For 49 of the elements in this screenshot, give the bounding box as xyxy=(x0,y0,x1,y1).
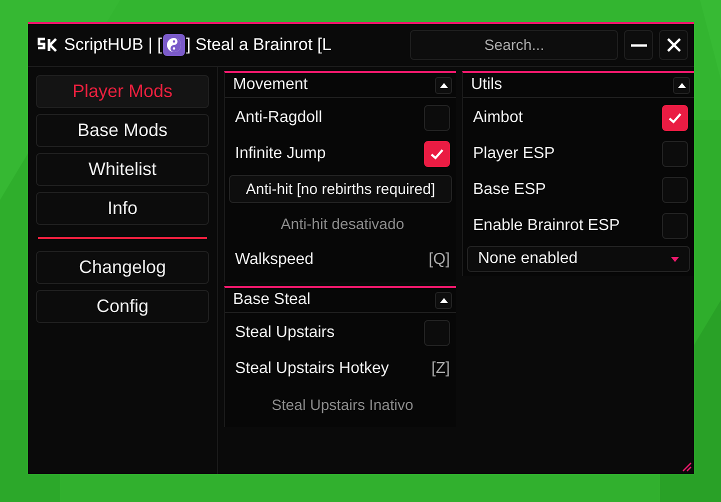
window-title: ] Steal a Brainrot [L xyxy=(186,35,332,55)
checkmark-icon xyxy=(430,148,444,160)
close-button[interactable] xyxy=(659,30,688,60)
triangle-icon xyxy=(440,297,448,303)
option-label: Steal Upstairs Hotkey xyxy=(235,360,389,378)
triangle-icon xyxy=(678,82,686,88)
checkbox[interactable] xyxy=(424,141,450,167)
collapse-button[interactable] xyxy=(435,292,452,308)
action-button[interactable]: Anti-hit [no rebirths required] xyxy=(229,175,452,203)
sidebar-tab[interactable]: Whitelist xyxy=(36,153,209,186)
window-title: ScriptHUB | [ xyxy=(64,35,162,55)
option-label: Walkspeed xyxy=(235,251,314,269)
logo-icon xyxy=(36,36,58,54)
yin-yang-icon xyxy=(162,34,185,56)
status-text: Steal Upstairs Inativo xyxy=(272,396,414,414)
section-title: Movement xyxy=(233,76,308,94)
checkbox[interactable] xyxy=(424,320,450,346)
section-title: Utils xyxy=(471,76,502,94)
triangle-icon xyxy=(440,82,448,88)
sidebar-tab[interactable]: Config xyxy=(36,290,209,323)
option-label: Infinite Jump xyxy=(235,145,326,163)
option-label: Anti-Ragdoll xyxy=(235,109,322,127)
checkbox[interactable] xyxy=(662,105,688,131)
minimize-button[interactable] xyxy=(624,30,654,60)
sidebar-tab[interactable]: Player Mods xyxy=(36,75,209,108)
collapse-button[interactable] xyxy=(435,76,452,94)
checkbox[interactable] xyxy=(662,177,688,203)
option-label: Enable Brainrot ESP xyxy=(473,217,620,235)
keybind-button[interactable]: [Q] xyxy=(428,251,450,269)
minimize-icon xyxy=(630,44,647,46)
caret-icon xyxy=(671,256,679,262)
checkmark-icon xyxy=(668,112,682,124)
search-field[interactable]: Search... xyxy=(410,30,618,60)
option-label: Steal Upstairs xyxy=(235,324,335,342)
checkbox[interactable] xyxy=(662,141,688,167)
sidebar-tab[interactable]: Base Mods xyxy=(36,114,209,147)
keybind-button[interactable]: [Z] xyxy=(431,360,450,378)
close-icon xyxy=(664,36,683,54)
collapse-button[interactable] xyxy=(673,76,690,94)
option-label: Aimbot xyxy=(473,109,523,127)
checkbox[interactable] xyxy=(424,105,450,131)
sidebar-tab[interactable]: Changelog xyxy=(36,251,209,284)
section-title: Base Steal xyxy=(233,291,310,309)
option-label: Base ESP xyxy=(473,181,546,199)
sidebar-tab[interactable]: Info xyxy=(36,192,209,225)
option-label: Player ESP xyxy=(473,145,555,163)
status-text: Anti-hit desativado xyxy=(280,216,404,232)
dropdown[interactable]: None enabled xyxy=(467,246,690,272)
checkbox[interactable] xyxy=(662,213,688,239)
